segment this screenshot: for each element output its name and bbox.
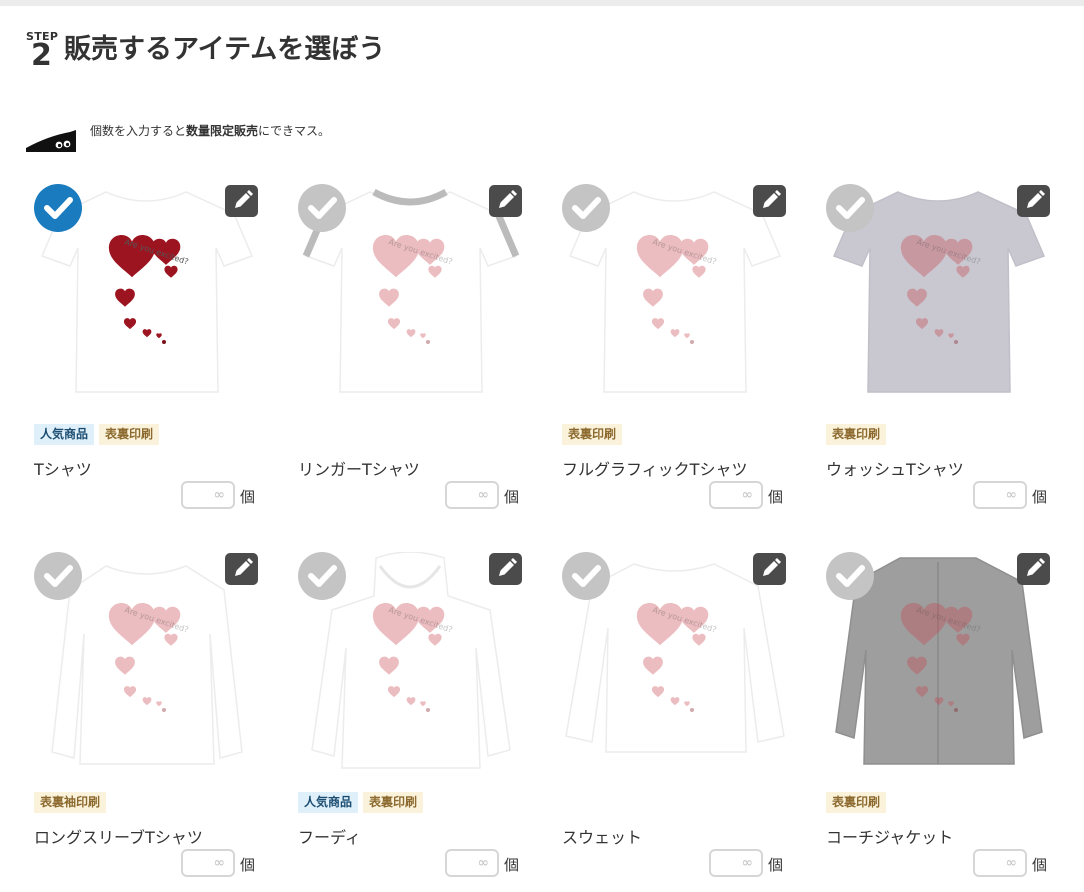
note-prefix: 個数を入力すると <box>90 124 187 138</box>
step-indicator: STEP 2 <box>26 28 66 76</box>
quantity-input[interactable] <box>181 849 235 877</box>
quantity-unit: 個 <box>240 488 256 506</box>
edit-button[interactable] <box>225 185 258 217</box>
product-card[interactable]: Are you excited?表裏袖印刷ロングスリーブTシャツ個 <box>34 552 262 892</box>
item-badge: 表裏印刷 <box>826 424 887 445</box>
edit-button[interactable] <box>1017 553 1050 585</box>
badge-row: 表裏印刷 <box>826 792 887 813</box>
item-name: リンガーTシャツ <box>298 460 420 479</box>
note-suffix: にできマス。 <box>258 124 331 138</box>
item-badge: 表裏袖印刷 <box>34 792 107 813</box>
quantity-input[interactable] <box>709 849 763 877</box>
page-title: 販売するアイテムを選ぼう <box>64 34 386 65</box>
quantity-note: 個数を入力すると数量限定販売にできマス。 <box>90 122 330 140</box>
edit-button[interactable] <box>753 553 786 585</box>
quantity-input[interactable] <box>445 481 499 509</box>
edit-button[interactable] <box>753 185 786 217</box>
quantity-input[interactable] <box>445 849 499 877</box>
select-check-button[interactable] <box>826 552 874 600</box>
select-check-button[interactable] <box>298 184 346 232</box>
item-badge: 人気商品 <box>34 424 95 445</box>
item-name: スウェット <box>562 828 643 847</box>
quantity-input[interactable] <box>973 849 1027 877</box>
badge-row: 人気商品 表裏印刷 <box>298 792 424 813</box>
item-name: ウォッシュTシャツ <box>826 460 964 479</box>
select-check-button[interactable] <box>34 184 82 232</box>
quantity-unit: 個 <box>504 856 520 874</box>
badge-row: 表裏印刷 <box>826 424 887 445</box>
item-badge: 表裏印刷 <box>826 792 887 813</box>
edit-button[interactable] <box>489 185 522 217</box>
product-card[interactable]: Are you excited?リンガーTシャツ個 <box>298 184 526 524</box>
badge-row: 表裏印刷 <box>562 424 623 445</box>
item-name: Tシャツ <box>34 460 92 479</box>
quantity-input[interactable] <box>709 481 763 509</box>
product-card[interactable]: Are you excited?表裏印刷フルグラフィックTシャツ個 <box>562 184 790 524</box>
item-name: コーチジャケット <box>826 828 954 847</box>
quantity-unit: 個 <box>504 488 520 506</box>
product-card[interactable]: Are you excited?スウェット個 <box>562 552 790 892</box>
item-badge: 表裏印刷 <box>99 424 160 445</box>
quantity-unit: 個 <box>768 856 784 874</box>
product-card[interactable]: Are you excited?表裏印刷ウォッシュTシャツ個 <box>826 184 1054 524</box>
badge-row: 人気商品 表裏印刷 <box>34 424 160 445</box>
item-badge: 表裏印刷 <box>363 792 424 813</box>
select-check-button[interactable] <box>562 184 610 232</box>
select-check-button[interactable] <box>34 552 82 600</box>
top-bar <box>0 0 1084 6</box>
peeking-character-icon <box>26 126 78 152</box>
product-card[interactable]: Are you excited?人気商品表裏印刷Tシャツ個 <box>34 184 262 524</box>
product-card[interactable]: Are you excited?人気商品表裏印刷フーディ個 <box>298 552 526 892</box>
quantity-unit: 個 <box>240 856 256 874</box>
edit-button[interactable] <box>1017 185 1050 217</box>
quantity-unit: 個 <box>1032 856 1048 874</box>
product-card[interactable]: Are you excited?表裏印刷コーチジャケット個 <box>826 552 1054 892</box>
item-badge: 人気商品 <box>298 792 359 813</box>
item-badge: 表裏印刷 <box>562 424 623 445</box>
edit-button[interactable] <box>225 553 258 585</box>
quantity-input[interactable] <box>181 481 235 509</box>
quantity-input[interactable] <box>973 481 1027 509</box>
badge-row: 表裏袖印刷 <box>34 792 107 813</box>
step-number: 2 <box>31 38 52 73</box>
item-name: フルグラフィックTシャツ <box>562 460 748 479</box>
edit-button[interactable] <box>489 553 522 585</box>
quantity-unit: 個 <box>768 488 784 506</box>
note-emphasis: 数量限定販売 <box>186 124 259 138</box>
select-check-button[interactable] <box>826 184 874 232</box>
item-name: ロングスリーブTシャツ <box>34 828 203 847</box>
select-check-button[interactable] <box>298 552 346 600</box>
select-check-button[interactable] <box>562 552 610 600</box>
quantity-unit: 個 <box>1032 488 1048 506</box>
item-name: フーディ <box>298 828 361 847</box>
